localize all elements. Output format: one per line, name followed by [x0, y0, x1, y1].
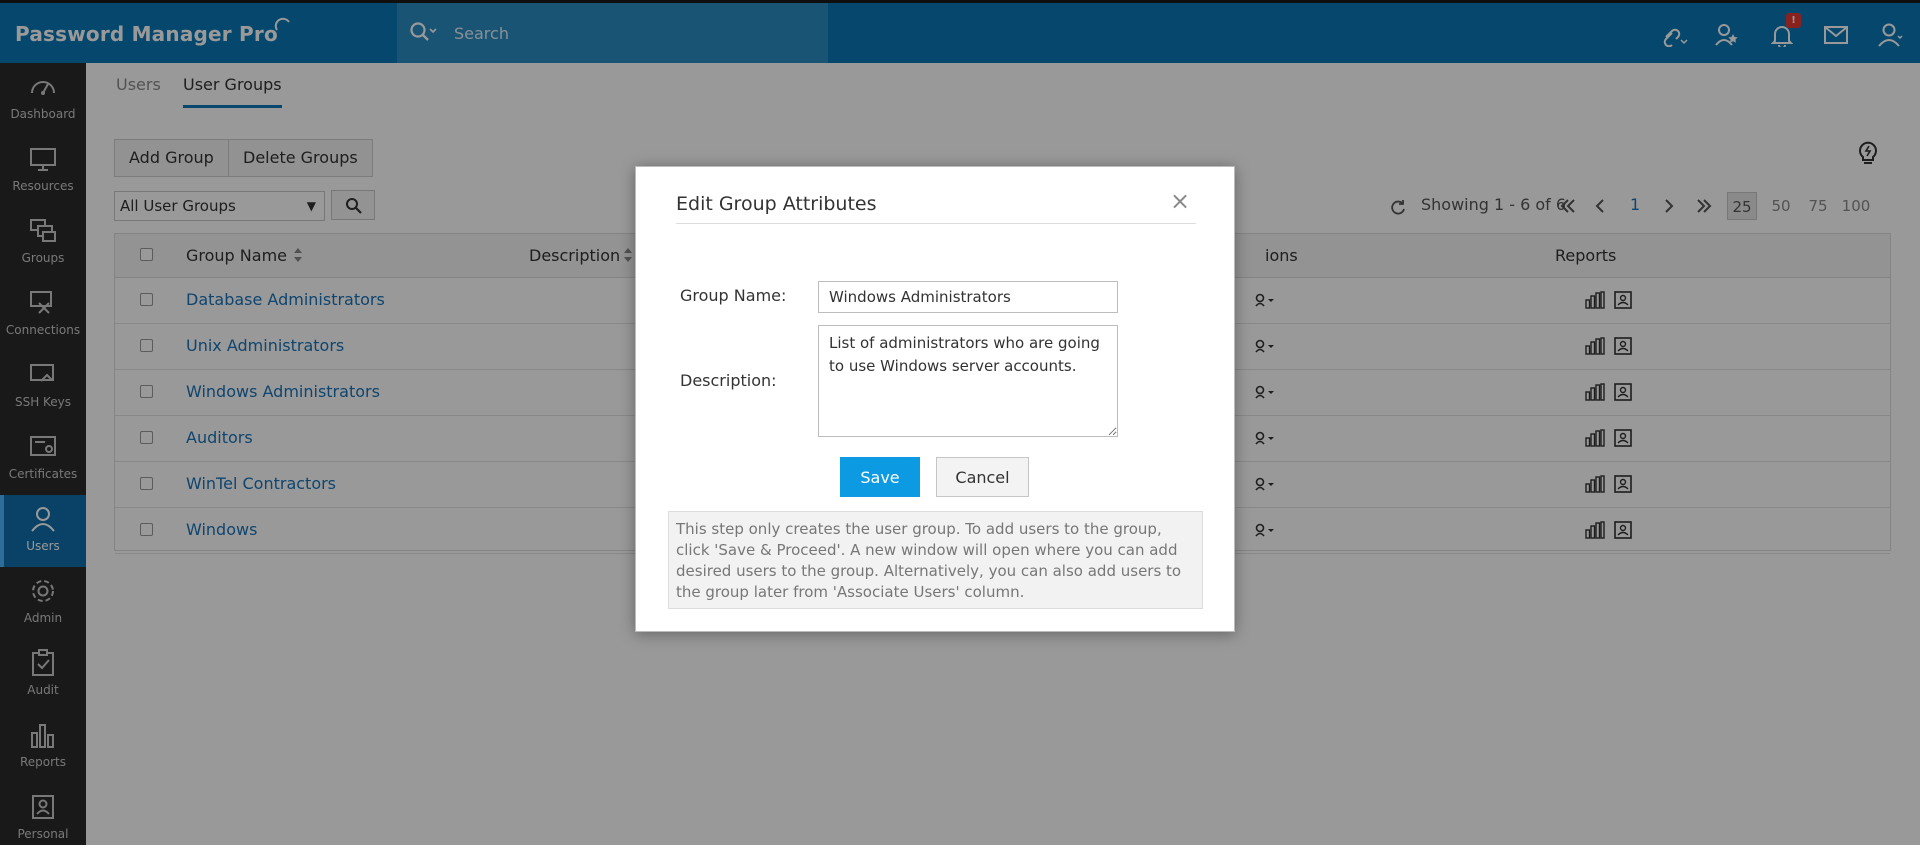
description-label: Description:	[680, 371, 777, 390]
edit-group-dialog: Edit Group Attributes × Group Name: Desc…	[635, 166, 1235, 632]
dialog-title: Edit Group Attributes	[676, 193, 877, 215]
dialog-divider	[676, 223, 1196, 224]
group-name-field[interactable]	[818, 281, 1118, 313]
description-field[interactable]: List of administrators who are going to …	[818, 325, 1118, 437]
info-note: This step only creates the user group. T…	[668, 511, 1203, 609]
group-name-label: Group Name:	[680, 286, 787, 305]
cancel-button[interactable]: Cancel	[936, 457, 1029, 497]
save-button[interactable]: Save	[840, 457, 920, 497]
close-icon[interactable]: ×	[1170, 189, 1190, 213]
